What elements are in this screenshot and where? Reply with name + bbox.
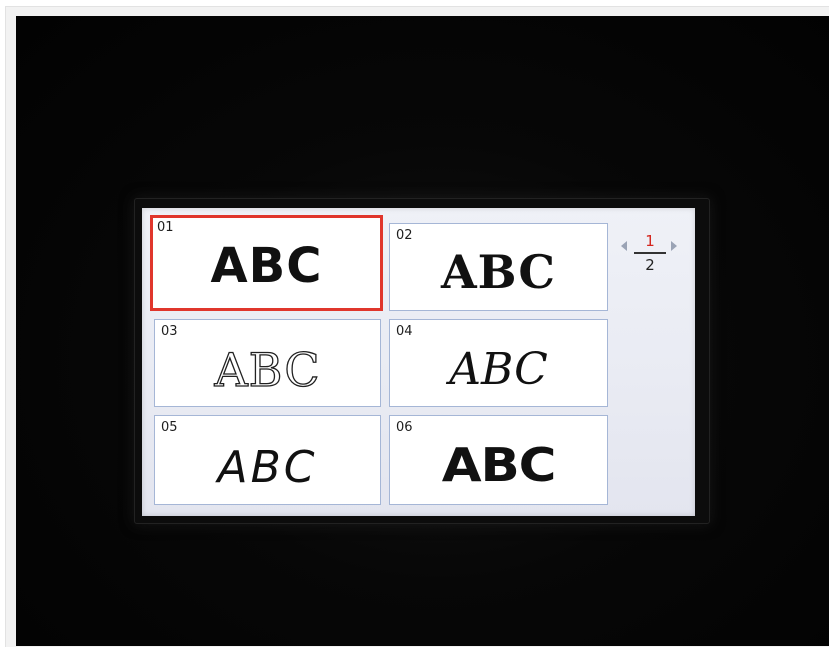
tile-number: 06 [396,420,413,435]
font-tile-04[interactable]: 04 ABC [389,319,608,407]
font-sample: ABC [217,442,318,493]
tile-number: 02 [396,228,413,243]
font-tile-05[interactable]: 05 ABC [154,415,381,505]
font-sample: ABC [441,438,557,492]
triangle-right-icon[interactable] [671,241,677,251]
font-tile-02[interactable]: 02 ABC [389,223,608,311]
font-tile-06[interactable]: 06 ABC [389,415,608,505]
tile-number: 05 [161,420,178,435]
tile-number: 04 [396,324,413,339]
lcd-screen: 01 ABC 02 ABC 03 ABC 04 ABC 05 ABC 06 AB… [142,208,695,516]
font-sample: ABC [449,344,548,395]
page-total: 2 [645,256,655,274]
font-sample: ABC [214,343,321,397]
font-sample: ABC [210,238,323,294]
tile-number: 03 [161,324,178,339]
page-divider [634,252,666,254]
font-tile-01[interactable]: 01 ABC [150,215,383,311]
page-indicator: 1 2 [621,234,679,280]
font-sample: ABC [440,245,557,299]
tile-number: 01 [157,220,174,235]
font-tile-03[interactable]: 03 ABC [154,319,381,407]
